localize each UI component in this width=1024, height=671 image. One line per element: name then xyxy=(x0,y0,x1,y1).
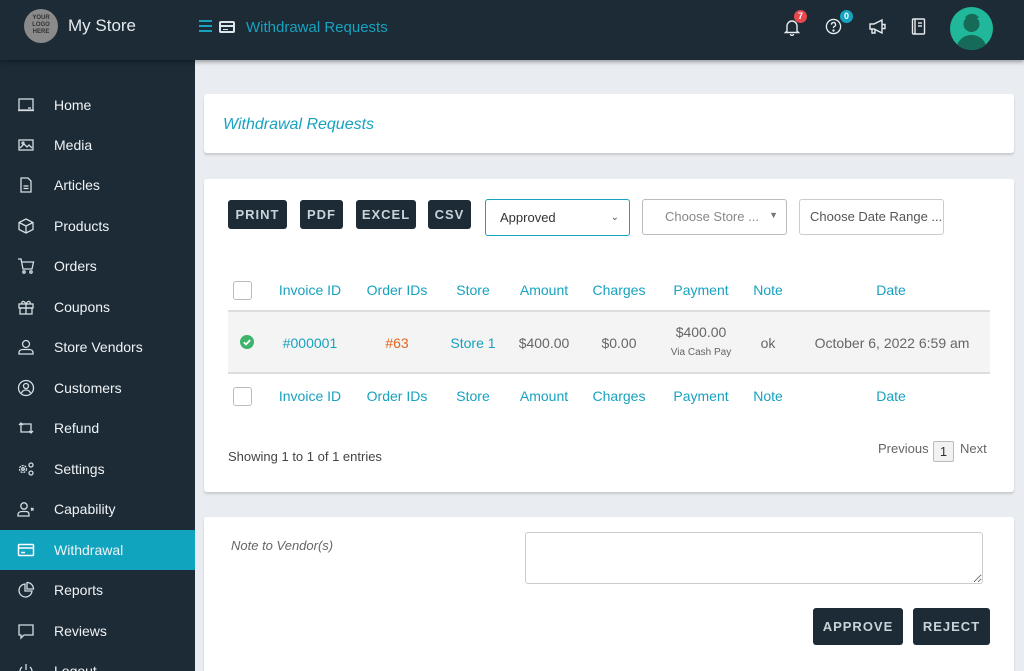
column-footer-date[interactable]: Date xyxy=(811,388,971,404)
image-icon xyxy=(18,139,34,151)
user-silhouette-icon xyxy=(956,13,987,50)
payment-method: Via Cash Pay xyxy=(670,347,732,358)
sidebar-item-logout[interactable]: Logout xyxy=(0,651,195,671)
document-icon xyxy=(20,177,32,193)
page-title: Withdrawal Requests xyxy=(246,19,388,36)
store-name[interactable]: My Store xyxy=(68,16,136,36)
column-header-order-ids[interactable]: Order IDs xyxy=(362,282,432,298)
announcements-button[interactable] xyxy=(868,18,886,36)
notifications-badge: 7 xyxy=(794,10,807,23)
print-button[interactable]: PRINT xyxy=(228,200,287,229)
monitor-icon xyxy=(18,98,34,112)
column-header-charges[interactable]: Charges xyxy=(589,282,649,298)
pagination-next[interactable]: Next xyxy=(960,441,987,456)
title-card: Withdrawal Requests xyxy=(204,94,1014,153)
select-all-checkbox[interactable] xyxy=(233,281,252,300)
sidebar-item-media[interactable]: Media xyxy=(0,125,195,165)
column-header-date[interactable]: Date xyxy=(811,282,971,298)
sidebar-item-articles[interactable]: Articles xyxy=(0,165,195,205)
user-icon xyxy=(18,339,34,355)
date-range-input[interactable]: Choose Date Range ... xyxy=(799,199,944,235)
note-to-vendor-textarea[interactable] xyxy=(525,532,983,584)
comment-icon xyxy=(18,624,34,640)
book-icon xyxy=(911,18,926,35)
pagination-previous[interactable]: Previous xyxy=(878,441,929,456)
note-to-vendor-label: Note to Vendor(s) xyxy=(231,538,334,553)
megaphone-icon xyxy=(869,18,886,35)
sidebar-item-reviews[interactable]: Reviews xyxy=(0,611,195,651)
column-footer-amount[interactable]: Amount xyxy=(514,388,574,404)
order-id-link[interactable]: #63 xyxy=(362,335,432,351)
approve-button[interactable]: APPROVE xyxy=(813,608,903,645)
caret-down-icon: ▼ xyxy=(769,210,778,220)
note-cell: ok xyxy=(760,335,776,351)
note-card: Note to Vendor(s) APPROVE REJECT xyxy=(204,517,1014,671)
cart-icon xyxy=(18,258,35,274)
section-title: Withdrawal Requests xyxy=(223,116,375,133)
sidebar-item-capability[interactable]: Capability xyxy=(0,489,195,529)
gift-icon xyxy=(18,300,34,315)
table-info: Showing 1 to 1 of 1 entries xyxy=(228,449,382,464)
store-link[interactable]: Store 1 xyxy=(444,335,502,351)
user-circle-icon xyxy=(17,379,35,397)
sidebar-item-coupons[interactable]: Coupons xyxy=(0,287,195,327)
sidebar-item-settings[interactable]: Settings xyxy=(0,449,195,489)
column-footer-payment[interactable]: Payment xyxy=(666,388,736,404)
help-badge: 0 xyxy=(840,10,853,23)
column-header-payment[interactable]: Payment xyxy=(666,282,736,298)
pdf-button[interactable]: PDF xyxy=(300,200,343,229)
charges-cell: $0.00 xyxy=(601,335,637,351)
knowledgebase-button[interactable] xyxy=(911,18,929,36)
withdrawal-table-card: PRINT PDF EXCEL CSV Approved ⌄ Choose St… xyxy=(204,179,1014,492)
store-logo[interactable]: YOUR LOGO HERE xyxy=(24,9,58,43)
column-header-invoice-id[interactable]: Invoice ID xyxy=(274,282,346,298)
amount-cell: $400.00 xyxy=(518,335,570,351)
reject-button[interactable]: REJECT xyxy=(913,608,990,645)
column-header-note[interactable]: Note xyxy=(748,282,788,298)
sidebar-item-refund[interactable]: Refund xyxy=(0,408,195,448)
sidebar-item-store-vendors[interactable]: Store Vendors xyxy=(0,327,195,367)
store-select[interactable]: Choose Store ... ▼ xyxy=(642,199,787,235)
sidebar-item-products[interactable]: Products xyxy=(0,206,195,246)
payment-cell: $400.00 xyxy=(675,324,727,340)
question-circle-icon xyxy=(825,18,842,35)
column-footer-charges[interactable]: Charges xyxy=(589,388,649,404)
select-all-checkbox-footer[interactable] xyxy=(233,387,252,406)
column-header-store[interactable]: Store xyxy=(448,282,498,298)
user-x-icon xyxy=(17,502,34,517)
sidebar-item-reports[interactable]: Reports xyxy=(0,570,195,610)
invoice-id-link[interactable]: #000001 xyxy=(274,335,346,351)
column-footer-order-ids[interactable]: Order IDs xyxy=(362,388,432,404)
pagination-page-1[interactable]: 1 xyxy=(933,441,954,462)
sidebar-item-customers[interactable]: Customers xyxy=(0,368,195,408)
chevron-down-icon: ⌄ xyxy=(610,212,619,223)
column-footer-store[interactable]: Store xyxy=(448,388,498,404)
sidebar-item-withdrawal[interactable]: Withdrawal xyxy=(0,530,195,570)
gears-icon xyxy=(18,462,34,476)
credit-card-icon xyxy=(17,543,35,557)
status-select[interactable]: Approved ⌄ xyxy=(485,199,630,236)
top-bar: YOUR LOGO HERE My Store Withdrawal Reque… xyxy=(0,0,1024,60)
power-icon xyxy=(19,664,33,671)
hamburger-menu-icon[interactable] xyxy=(199,20,212,32)
box-icon xyxy=(18,218,34,234)
excel-button[interactable]: EXCEL xyxy=(356,200,416,229)
date-cell: October 6, 2022 6:59 am xyxy=(814,335,970,351)
approved-check-icon xyxy=(240,335,254,349)
credit-card-icon xyxy=(219,21,235,33)
pie-chart-icon xyxy=(18,581,35,598)
sidebar-item-home[interactable]: Home xyxy=(0,85,195,125)
user-avatar[interactable] xyxy=(950,7,993,50)
column-footer-invoice-id[interactable]: Invoice ID xyxy=(274,388,346,404)
sidebar-item-orders[interactable]: Orders xyxy=(0,246,195,286)
csv-button[interactable]: CSV xyxy=(428,200,471,229)
refund-icon xyxy=(18,422,34,434)
help-button[interactable]: 0 xyxy=(825,10,853,36)
notifications-button[interactable]: 7 xyxy=(783,10,807,37)
column-header-amount[interactable]: Amount xyxy=(514,282,574,298)
column-footer-note[interactable]: Note xyxy=(748,388,788,404)
sidebar: Home Media Articles Products Orders Coup… xyxy=(0,60,195,671)
